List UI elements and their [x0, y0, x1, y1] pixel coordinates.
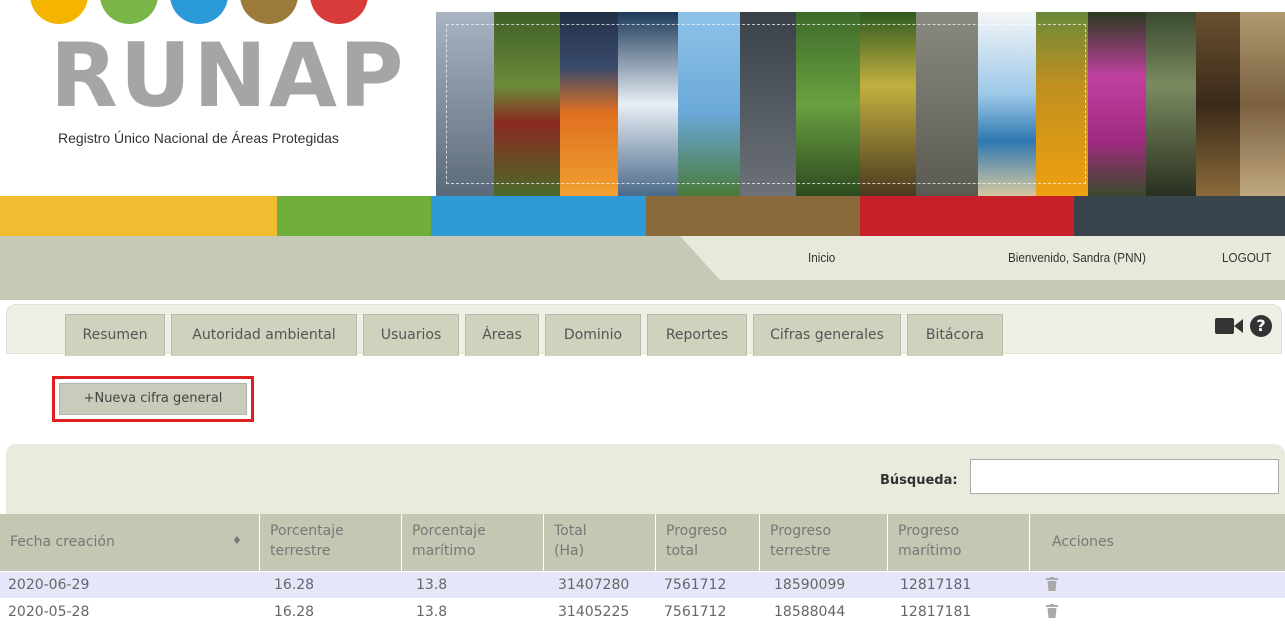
- search-input[interactable]: [970, 459, 1279, 494]
- cell-progreso-terrestre: 18588044: [774, 604, 846, 620]
- column-header-porcentaje-terrestre[interactable]: Porcentaje terrestre: [260, 514, 402, 571]
- column-header-label: Progreso: [666, 523, 728, 539]
- color-bar-dark: [1074, 196, 1285, 236]
- nav-inicio-link[interactable]: Inicio: [808, 250, 835, 265]
- top-nav-highlight: [680, 236, 1285, 280]
- question-circle-icon[interactable]: ?: [1250, 315, 1272, 337]
- color-bar-brown: [646, 196, 860, 236]
- tab-cifras-generales[interactable]: Cifras generales: [753, 314, 901, 356]
- tab-autoridad-ambiental[interactable]: Autoridad ambiental: [171, 314, 357, 356]
- column-header-progreso-maritimo[interactable]: Progreso marítimo: [888, 514, 1030, 571]
- cell-porcentaje-maritimo: 13.8: [416, 577, 448, 593]
- header-banner-photo-collage: [436, 12, 1285, 196]
- column-header-progreso-total[interactable]: Progreso total: [656, 514, 760, 571]
- welcome-text: Bienvenido, Sandra (PNN): [1008, 250, 1146, 265]
- column-header-label: marítimo: [412, 543, 476, 559]
- column-header-label: Progreso: [898, 523, 960, 539]
- column-header-label: terrestre: [770, 543, 831, 559]
- runap-logo[interactable]: RUNAP Registro Único Nacional de Áreas P…: [0, 0, 430, 196]
- cell-fecha-creacion: 2020-06-29: [8, 577, 90, 593]
- video-camera-icon[interactable]: [1215, 316, 1243, 336]
- column-header-label: total: [666, 543, 699, 559]
- color-bar-green: [277, 196, 431, 236]
- cell-total-ha: 31407280: [558, 577, 630, 593]
- column-header-label: terrestre: [270, 543, 331, 559]
- banner-strip: [1240, 12, 1285, 196]
- column-header-label: Porcentaje: [412, 523, 486, 539]
- search-label: Búsqueda:: [880, 473, 958, 488]
- cell-fecha-creacion: 2020-05-28: [8, 604, 90, 620]
- logo-wordmark: RUNAP: [50, 24, 406, 127]
- color-bar-red: [860, 196, 1074, 236]
- trash-icon[interactable]: [1046, 604, 1058, 618]
- tab-bitacora[interactable]: Bitácora: [907, 314, 1003, 356]
- column-header-total-ha[interactable]: Total (Ha): [544, 514, 656, 571]
- column-header-label: marítimo: [898, 543, 962, 559]
- logo-subtitle: Registro Único Nacional de Áreas Protegi…: [58, 130, 339, 146]
- sort-icon[interactable]: ♦: [232, 534, 242, 547]
- cell-progreso-maritimo: 12817181: [900, 577, 972, 593]
- logout-link[interactable]: LOGOUT: [1222, 250, 1271, 265]
- column-header-fecha-creacion[interactable]: Fecha creación ♦: [0, 514, 260, 571]
- column-header-label: Acciones: [1052, 534, 1114, 550]
- color-bar-blue: [431, 196, 646, 236]
- top-navigation: Inicio Bienvenido, Sandra (PNN) LOGOUT: [0, 236, 1285, 300]
- logo-circle-blue: [170, 0, 228, 24]
- logo-circle-green: [100, 0, 158, 24]
- column-header-label: (Ha): [554, 543, 585, 559]
- column-header-porcentaje-maritimo[interactable]: Porcentaje marítimo: [402, 514, 544, 571]
- tabs-bar: Resumen Autoridad ambiental Usuarios Áre…: [6, 304, 1282, 356]
- banner-dashed-frame: [446, 24, 1086, 184]
- tab-usuarios[interactable]: Usuarios: [363, 314, 459, 356]
- cell-porcentaje-maritimo: 13.8: [416, 604, 448, 620]
- cell-porcentaje-terrestre: 16.28: [274, 577, 315, 593]
- trash-icon[interactable]: [1046, 577, 1058, 591]
- banner-strip: [1146, 12, 1196, 196]
- tab-reportes[interactable]: Reportes: [647, 314, 747, 356]
- cell-progreso-terrestre: 18590099: [774, 577, 846, 593]
- table-header: Fecha creación ♦ Porcentaje terrestre Po…: [0, 514, 1285, 571]
- cell-porcentaje-terrestre: 16.28: [274, 604, 315, 620]
- color-bars: [0, 196, 1285, 236]
- cell-progreso-maritimo: 12817181: [900, 604, 972, 620]
- column-header-label: Fecha creación: [10, 534, 115, 550]
- table-row: 2020-05-28 16.28 13.8 31405225 7561712 1…: [0, 599, 1285, 625]
- color-bar-yellow: [0, 196, 277, 236]
- cell-total-ha: 31405225: [558, 604, 630, 620]
- column-header-label: Total: [554, 523, 587, 539]
- site-header: RUNAP Registro Único Nacional de Áreas P…: [0, 0, 1285, 196]
- tab-areas[interactable]: Áreas: [465, 314, 539, 356]
- logo-circle-red: [310, 0, 368, 24]
- table-row: 2020-06-29 16.28 13.8 31407280 7561712 1…: [0, 572, 1285, 598]
- cell-progreso-total: 7561712: [664, 604, 727, 620]
- tab-resumen[interactable]: Resumen: [65, 314, 165, 356]
- nueva-cifra-general-button[interactable]: +Nueva cifra general: [59, 383, 247, 415]
- column-header-label: Progreso: [770, 523, 832, 539]
- tab-dominio[interactable]: Dominio: [545, 314, 641, 356]
- logo-circle-yellow: [30, 0, 88, 24]
- logo-circle-brown: [240, 0, 298, 24]
- banner-strip: [1196, 12, 1240, 196]
- column-header-progreso-terrestre[interactable]: Progreso terrestre: [760, 514, 888, 571]
- column-header-acciones: Acciones: [1030, 514, 1285, 571]
- cell-progreso-total: 7561712: [664, 577, 727, 593]
- banner-strip: [1088, 12, 1146, 196]
- column-header-label: Porcentaje: [270, 523, 344, 539]
